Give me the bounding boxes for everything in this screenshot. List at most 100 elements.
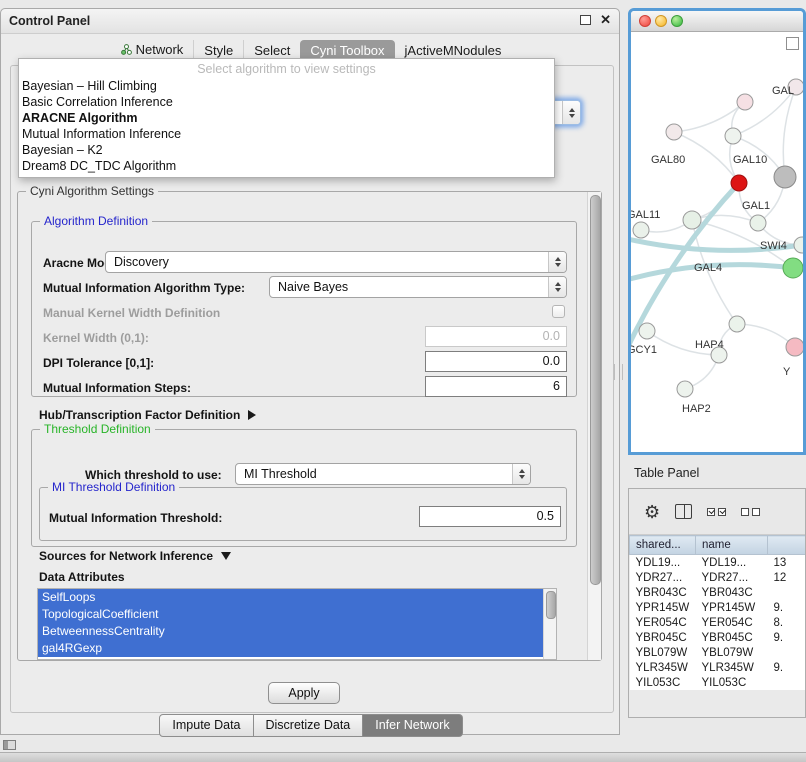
mi-steps-input[interactable]: 6 — [425, 376, 567, 397]
graph-node-y[interactable] — [786, 338, 803, 356]
table-cell[interactable]: YLR345W — [696, 660, 768, 675]
table-cell[interactable]: 13 — [768, 555, 806, 571]
table-cell[interactable] — [768, 645, 806, 660]
close-traffic-light-icon[interactable] — [639, 15, 651, 27]
dpi-tolerance-input[interactable]: 0.0 — [425, 351, 567, 372]
algorithm-option-basic-correlation-inference[interactable]: Basic Correlation Inference — [19, 94, 554, 110]
table-cell[interactable]: YPR145W — [630, 600, 696, 615]
table-cell[interactable]: 9. — [768, 630, 806, 645]
algorithm-option-dream8-dc-tdc-algorithm[interactable]: Dream8 DC_TDC Algorithm — [19, 158, 554, 174]
algorithm-option-mutual-information-inference[interactable]: Mutual Information Inference — [19, 126, 554, 142]
zoom-traffic-light-icon[interactable] — [671, 15, 683, 27]
table-cell[interactable]: YDL19... — [630, 555, 696, 571]
graph-node-hap2[interactable] — [677, 381, 693, 397]
bottom-tab-impute-data[interactable]: Impute Data — [159, 714, 253, 737]
table-cell[interactable]: YPR145W — [696, 600, 768, 615]
table-cell[interactable]: YBR043C — [696, 585, 768, 600]
gear-icon[interactable]: ⚙ — [644, 503, 660, 521]
graph-node-gal80[interactable] — [666, 124, 682, 140]
table-row[interactable]: YER054CYER054C8. — [630, 615, 806, 630]
table-row[interactable]: YDR27...YDR27...12 — [630, 570, 806, 585]
control-panel-titlebar[interactable]: Control Panel ✕ — [1, 9, 619, 34]
table-cell[interactable]: 8. — [768, 615, 806, 630]
table-cell[interactable]: YBR043C — [630, 585, 696, 600]
graph-node-swi4[interactable] — [794, 237, 803, 253]
table-cell[interactable]: YIL053C — [630, 675, 696, 690]
split-pane-grip[interactable] — [614, 364, 623, 380]
apply-button[interactable]: Apply — [268, 682, 340, 704]
table-cell[interactable]: 9. — [768, 600, 806, 615]
table-cell[interactable]: YBL079W — [630, 645, 696, 660]
algorithm-option-bayesian-hill-climbing[interactable]: Bayesian – Hill Climbing — [19, 78, 554, 94]
bottom-tab-infer-network[interactable]: Infer Network — [363, 714, 462, 737]
algorithm-option-bayesian-k2[interactable]: Bayesian – K2 — [19, 142, 554, 158]
canvas-corner-box[interactable] — [786, 37, 799, 50]
graph-node-gcy1[interactable] — [639, 323, 655, 339]
float-window-icon[interactable] — [580, 15, 591, 25]
node-label: GAL10 — [733, 154, 767, 166]
tab-label: Select — [254, 43, 290, 58]
graph-node-gal10[interactable] — [725, 128, 741, 144]
mi-steps-label: Mutual Information Steps: — [43, 381, 191, 395]
column-header-shared[interactable]: shared... — [630, 536, 696, 555]
network-window-titlebar[interactable] — [631, 11, 803, 32]
deselect-all-icon[interactable] — [741, 508, 760, 516]
close-icon[interactable]: ✕ — [600, 13, 611, 27]
attribute-topologicalcoefficient[interactable]: TopologicalCoefficient — [38, 606, 543, 623]
scrollbar-thumb[interactable] — [590, 195, 601, 585]
columns-icon[interactable] — [675, 504, 692, 519]
table-cell[interactable]: YBL079W — [696, 645, 768, 660]
table-cell[interactable]: YDL19... — [696, 555, 768, 571]
graph-node-midnode[interactable] — [729, 316, 745, 332]
aracne-mode-select[interactable]: Discovery — [105, 251, 567, 273]
mi-algorithm-type-select[interactable]: Naive Bayes — [269, 276, 567, 298]
table-cell[interactable]: 9. — [768, 660, 806, 675]
table-cell[interactable]: YBR045C — [696, 630, 768, 645]
table-cell[interactable]: YLR345W — [630, 660, 696, 675]
which-threshold-select[interactable]: MI Threshold — [235, 463, 531, 485]
dpi-tolerance-label: DPI Tolerance [0,1]: — [43, 356, 154, 370]
table-row[interactable]: YIL053CYIL053C — [630, 675, 806, 690]
attribute-betweennesscentrality[interactable]: BetweennessCentrality — [38, 623, 543, 640]
table-row[interactable]: YPR145WYPR145W9. — [630, 600, 806, 615]
table-cell[interactable]: YBR045C — [630, 630, 696, 645]
table-row[interactable]: YBR045CYBR045C9. — [630, 630, 806, 645]
mi-threshold-input[interactable]: 0.5 — [419, 506, 561, 527]
table-row[interactable]: YBL079WYBL079W — [630, 645, 806, 660]
table-row[interactable]: YLR345WYLR345W9. — [630, 660, 806, 675]
column-header-blank[interactable] — [768, 536, 806, 555]
table-cell[interactable]: YDR27... — [696, 570, 768, 585]
table-row[interactable]: YDL19...YDL19...13 — [630, 555, 806, 571]
table-cell[interactable]: YDR27... — [630, 570, 696, 585]
algorithm-option-aracne-algorithm[interactable]: ARACNE Algorithm — [19, 110, 554, 126]
table-cell[interactable]: 12 — [768, 570, 806, 585]
attribute-gal4rgexp[interactable]: gal4RGexp — [38, 640, 543, 657]
attribute-selfloops[interactable]: SelfLoops — [38, 589, 543, 606]
table-cell[interactable] — [768, 585, 806, 600]
column-header-name[interactable]: name — [696, 536, 768, 555]
graph-node-gal1[interactable] — [750, 215, 766, 231]
sources-toggle[interactable]: Sources for Network Inference — [39, 549, 231, 563]
table-cell[interactable]: YER054C — [696, 615, 768, 630]
list-scrollbar[interactable] — [543, 589, 556, 659]
settings-scrollbar[interactable] — [587, 192, 601, 660]
bottom-tab-discretize-data[interactable]: Discretize Data — [254, 714, 364, 737]
graph-node-greennode[interactable] — [783, 258, 803, 278]
scrollbar-thumb[interactable] — [546, 591, 556, 619]
table-cell[interactable]: YER054C — [630, 615, 696, 630]
select-all-icon[interactable] — [707, 508, 726, 516]
graph-node-graynode[interactable] — [774, 166, 796, 188]
minimize-traffic-light-icon[interactable] — [655, 15, 667, 27]
graph-node-gal11[interactable] — [633, 222, 649, 238]
table-cell[interactable] — [768, 675, 806, 690]
kernel-width-input[interactable]: 0.0 — [425, 326, 567, 347]
hub-definition-toggle[interactable]: Hub/Transcription Factor Definition — [39, 408, 256, 422]
table-cell[interactable]: YIL053C — [696, 675, 768, 690]
manual-kernel-width-checkbox[interactable] — [552, 305, 565, 318]
graph-node-rednode[interactable] — [731, 175, 747, 191]
panel-dock-icon[interactable] — [3, 740, 16, 750]
graph-node-gal4[interactable] — [683, 211, 701, 229]
graph-node-toppink[interactable] — [737, 94, 753, 110]
network-canvas[interactable]: GALGAL80GAL10GAL11GAL1SWI4GAL4GCY1HAP4YH… — [631, 32, 803, 455]
table-row[interactable]: YBR043CYBR043C — [630, 585, 806, 600]
